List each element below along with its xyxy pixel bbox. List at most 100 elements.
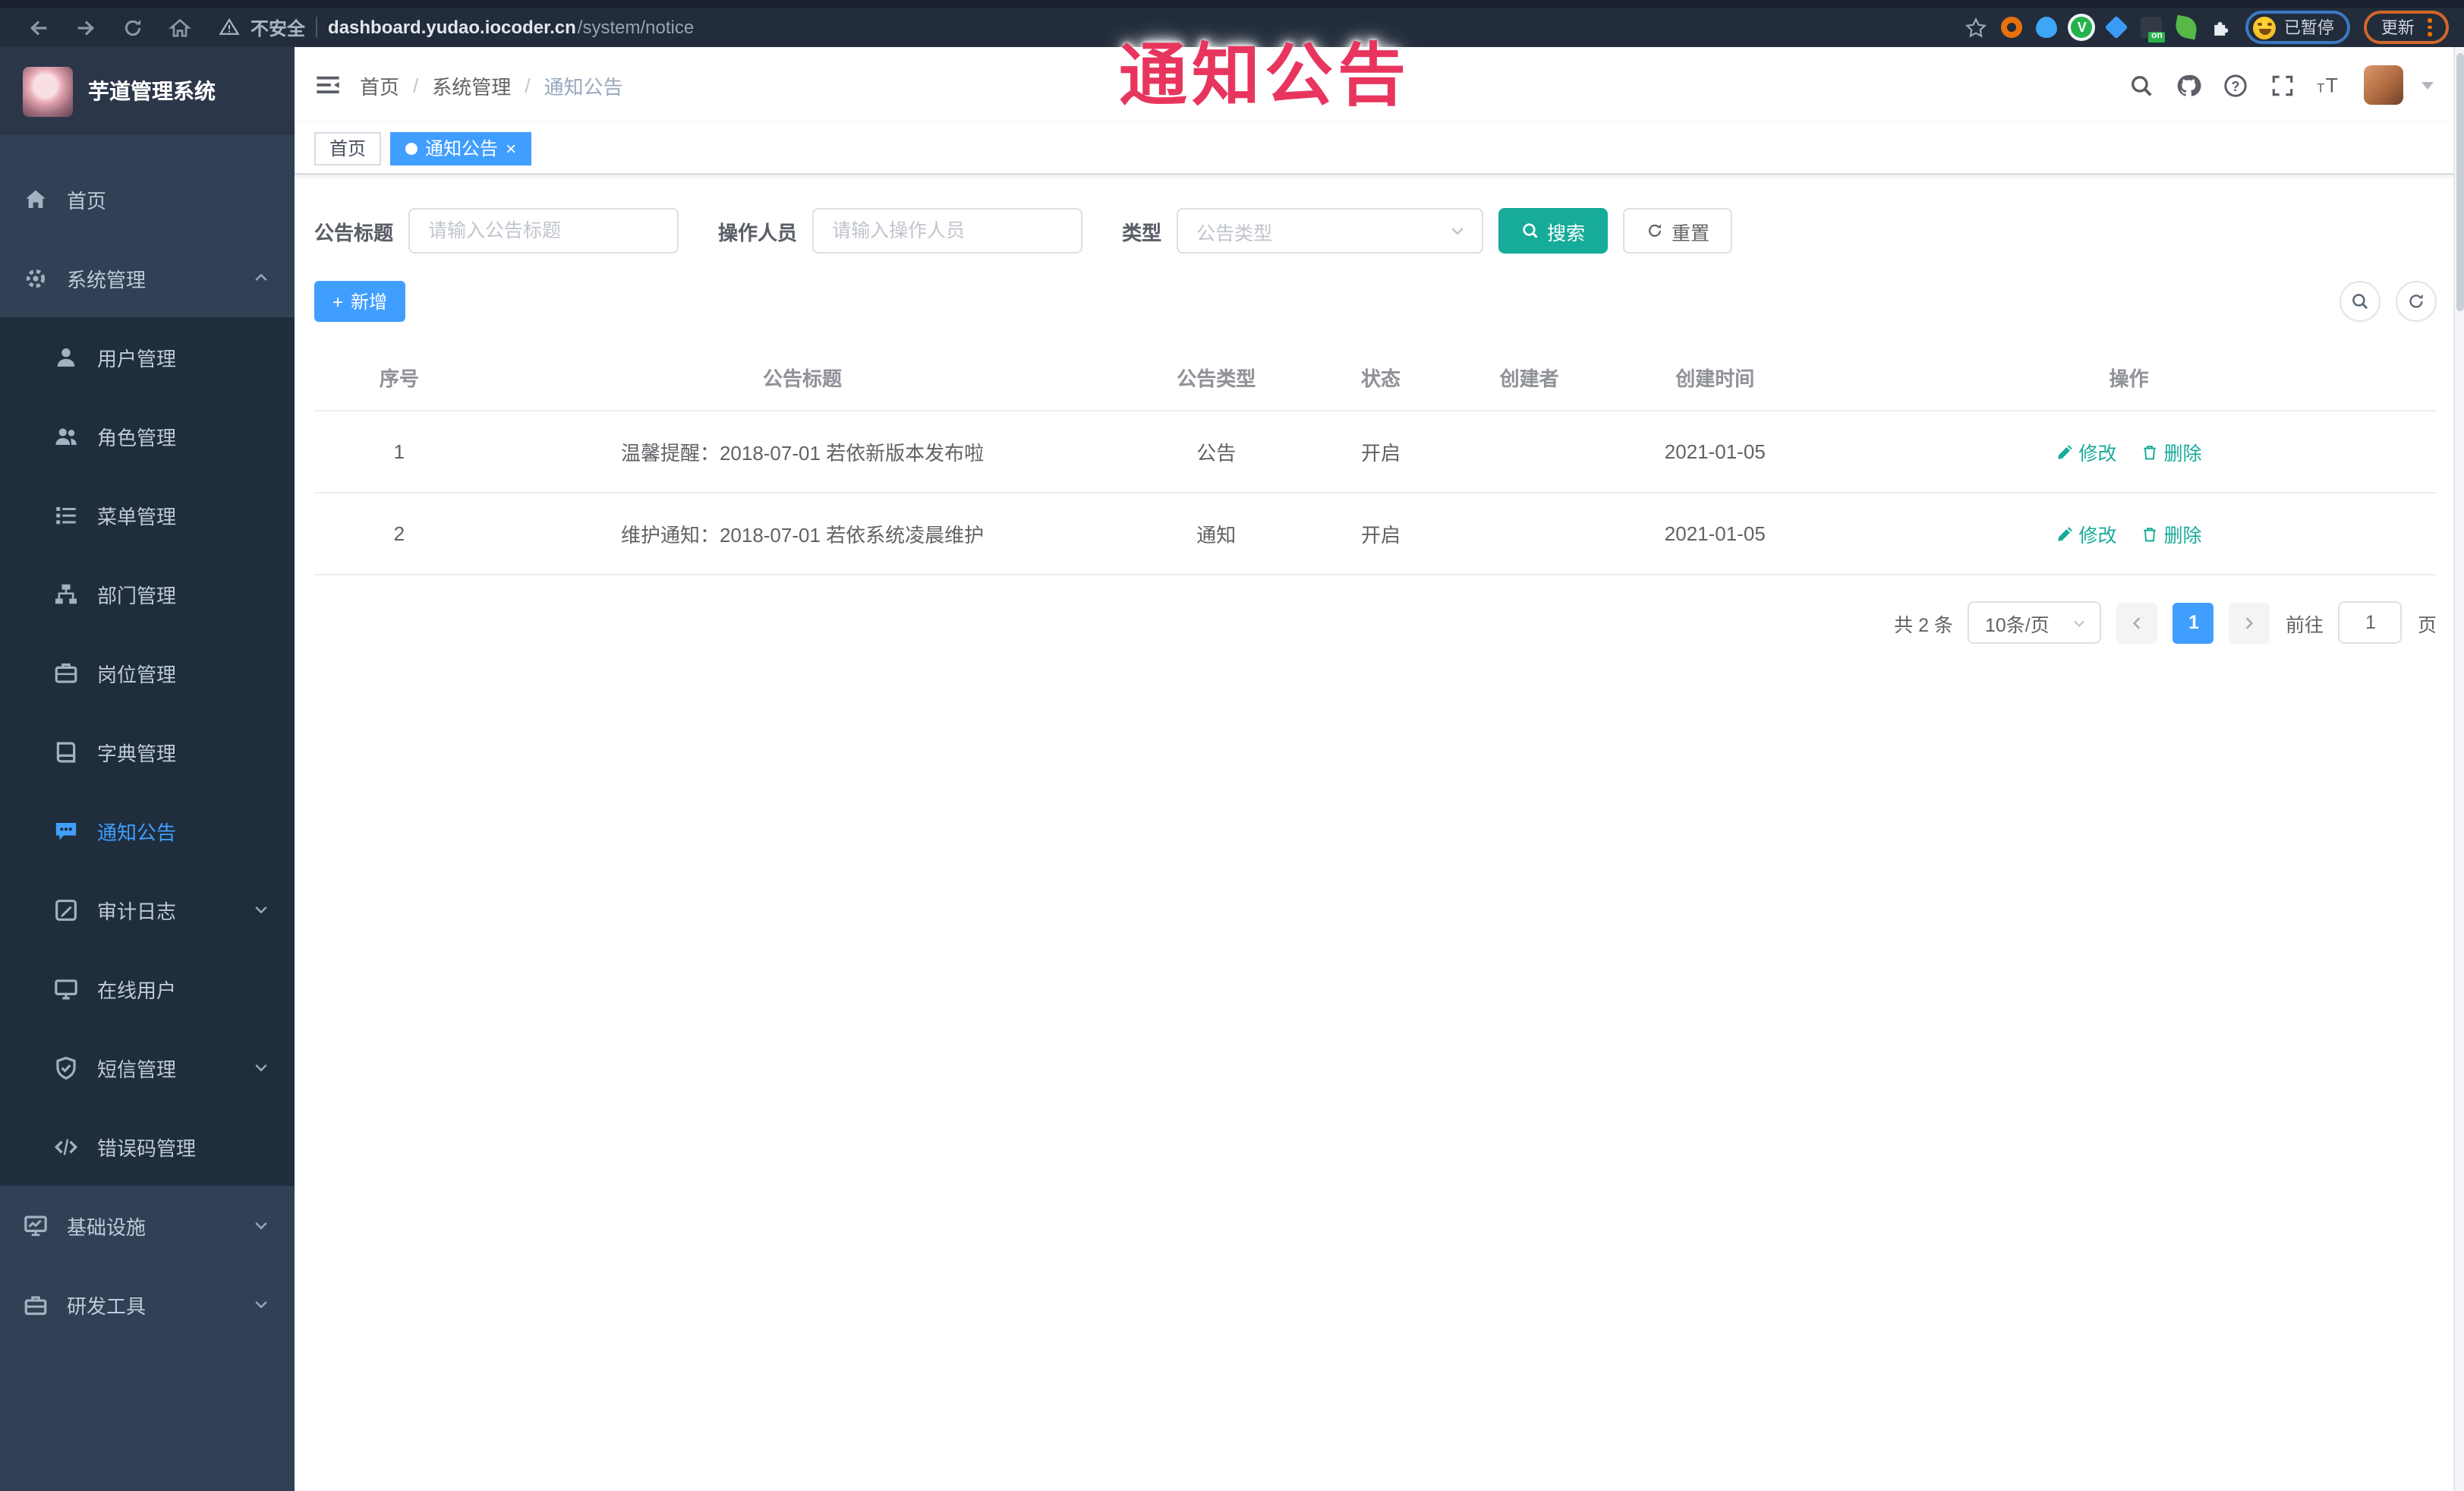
extension-diamond-icon[interactable] [2105, 15, 2129, 39]
extension-green-v-icon[interactable]: V [2071, 17, 2093, 38]
extension-drop-icon[interactable] [2036, 17, 2058, 38]
sms-icon [53, 1054, 79, 1080]
table-toolbar: + 新增 [314, 281, 2440, 322]
tab-label: 通知公告 [425, 138, 499, 159]
breadcrumb-current: 通知公告 [544, 75, 623, 98]
help-icon[interactable]: ? [2223, 72, 2248, 98]
menu-icon [53, 502, 79, 528]
refresh-table-button[interactable] [2396, 281, 2437, 322]
sidebar-logo-row[interactable]: 芋道管理系统 [0, 47, 295, 135]
bookmark-star-icon[interactable] [1965, 16, 1988, 39]
svg-text:T: T [2317, 80, 2324, 95]
log-icon [53, 897, 79, 922]
dict-icon [53, 739, 79, 764]
sidebar-item-notice[interactable]: 通知公告 [0, 791, 295, 870]
header-search-icon[interactable] [2128, 72, 2154, 98]
annotation-watermark: 通知公告 [1119, 36, 1411, 114]
address-bar[interactable]: 不安全 dashboard.yudao.iocoder.cn/system/no… [219, 14, 694, 40]
filter-form: 公告标题 操作人员 类型 公告类型 搜索 重置 [314, 208, 2440, 254]
profile-paused-pill[interactable]: 已暂停 [2245, 11, 2351, 44]
toggle-search-button[interactable] [2340, 281, 2381, 322]
sidebar-item-role[interactable]: 角色管理 [0, 396, 295, 475]
total-count: 共 2 条 [1894, 614, 1953, 635]
arrow-left-icon [2129, 614, 2146, 631]
scrollbar[interactable] [2453, 47, 2464, 1491]
sidebar-item-label: 审计日志 [97, 900, 177, 922]
plus-icon: + [332, 291, 344, 312]
delete-icon [2141, 525, 2160, 543]
table-row: 2 维护通知：2018-07-01 若依系统凌晨维护 通知 开启 2021-01-05 修… [314, 493, 2437, 575]
browser-menu-icon[interactable] [2428, 18, 2432, 36]
extension-adblock-icon[interactable] [2001, 17, 2023, 38]
browser-reload-icon[interactable] [121, 16, 144, 39]
delete-link[interactable]: 删除 [2141, 437, 2202, 466]
reset-button[interactable]: 重置 [1623, 208, 1733, 254]
extension-leaf-icon[interactable] [2174, 14, 2200, 40]
col-no: 序号 [314, 345, 484, 411]
chevron-down-icon [252, 1058, 270, 1076]
url-path: /system/notice [577, 17, 695, 38]
screen: 不安全 dashboard.yudao.iocoder.cn/system/no… [0, 0, 2464, 1491]
browser-home-icon[interactable] [169, 16, 191, 39]
sidebar-item-online-user[interactable]: 在线用户 [0, 949, 295, 1028]
add-button-label: 新增 [351, 292, 388, 313]
cell-creator [1449, 411, 1609, 493]
tab-close-icon[interactable]: × [506, 139, 516, 157]
current-page-button[interactable]: 1 [2173, 602, 2214, 643]
breadcrumb-system[interactable]: 系统管理 [432, 71, 511, 99]
user-avatar[interactable] [2364, 65, 2403, 105]
cell-status: 开启 [1312, 493, 1450, 575]
filter-operator-label: 操作人员 [718, 221, 798, 244]
operator-input[interactable] [812, 208, 1083, 254]
tab-notice[interactable]: 通知公告 × [390, 131, 532, 165]
github-icon[interactable] [2176, 72, 2201, 98]
sidebar-item-home[interactable]: 首页 [0, 159, 295, 238]
reset-button-label: 重置 [1672, 222, 1710, 244]
sidebar-item-label: 短信管理 [97, 1058, 177, 1080]
paused-label: 已暂停 [2283, 20, 2334, 38]
post-icon [53, 660, 79, 686]
sidebar-item-user[interactable]: 用户管理 [0, 317, 295, 396]
delete-link[interactable]: 删除 [2141, 519, 2202, 548]
search-button[interactable]: 搜索 [1498, 208, 1609, 254]
notice-title-input[interactable] [408, 208, 679, 254]
prev-page-button[interactable] [2116, 602, 2158, 643]
scrollbar-thumb[interactable] [2456, 53, 2464, 311]
notice-type-select[interactable]: 公告类型 [1177, 208, 1484, 254]
sidebar-item-audit-log[interactable]: 审计日志 [0, 870, 295, 949]
extension-switchyomega-icon[interactable]: on [2141, 17, 2166, 43]
cell-actions: 修改 删除 [1821, 411, 2437, 493]
font-size-icon[interactable]: TT [2317, 72, 2343, 98]
browser-back-icon[interactable] [27, 16, 50, 39]
emoji-avatar-icon [2253, 16, 2277, 39]
chevron-down-icon [1448, 222, 1467, 240]
goto-page-input[interactable] [2338, 601, 2403, 644]
sidebar-item-error-code[interactable]: 错误码管理 [0, 1107, 295, 1186]
sidebar-item-system[interactable]: 系统管理 [0, 238, 295, 317]
sidebar-item-dict[interactable]: 字典管理 [0, 712, 295, 791]
fullscreen-icon[interactable] [2270, 72, 2295, 98]
browser-forward-icon[interactable] [74, 16, 97, 39]
col-created: 创建时间 [1609, 345, 1822, 411]
extensions-puzzle-icon[interactable] [2211, 17, 2232, 38]
security-label[interactable]: 不安全 [250, 14, 305, 40]
sidebar-item-dept[interactable]: 部门管理 [0, 554, 295, 633]
cell-created: 2021-01-05 [1609, 493, 1822, 575]
breadcrumb-home[interactable]: 首页 [360, 71, 399, 99]
add-button[interactable]: + 新增 [314, 281, 406, 322]
avatar-caret-icon[interactable] [2421, 81, 2434, 89]
tab-home[interactable]: 首页 [314, 131, 382, 165]
edit-link[interactable]: 修改 [2056, 519, 2117, 548]
sidebar-item-dev-tools[interactable]: 研发工具 [0, 1265, 295, 1344]
edit-link[interactable]: 修改 [2056, 437, 2117, 466]
browser-update-pill[interactable]: 更新 [2364, 11, 2449, 44]
sidebar-item-menu[interactable]: 菜单管理 [0, 475, 295, 554]
page-size-select[interactable]: 10条/页 [1968, 601, 2102, 644]
sidebar-item-label: 岗位管理 [97, 663, 177, 686]
sidebar-item-post[interactable]: 岗位管理 [0, 633, 295, 712]
next-page-button[interactable] [2229, 602, 2270, 643]
cell-no: 1 [314, 411, 484, 493]
sidebar-item-sms[interactable]: 短信管理 [0, 1028, 295, 1107]
sidebar-item-infra[interactable]: 基础设施 [0, 1186, 295, 1265]
hamburger-icon[interactable] [314, 71, 342, 99]
